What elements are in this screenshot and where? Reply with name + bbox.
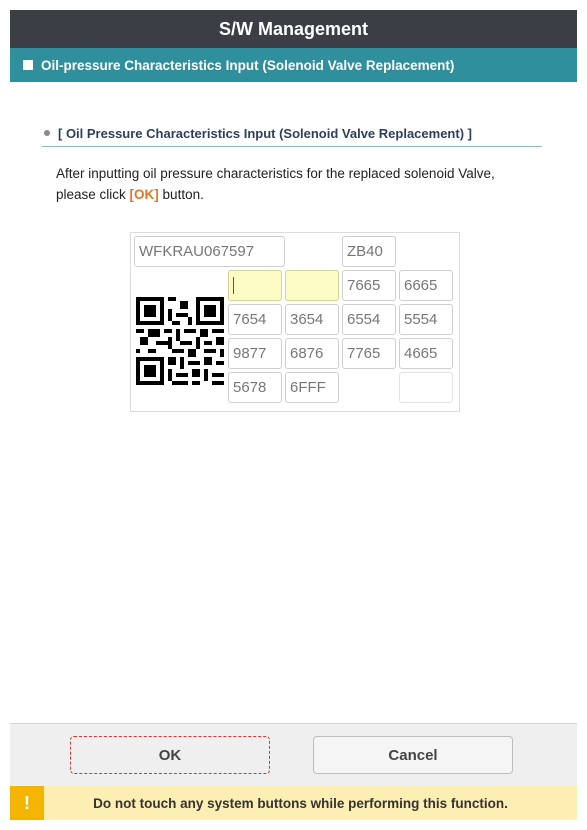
warning-icon: !	[10, 786, 44, 820]
oil-pressure-cell-r4c1[interactable]: 5678	[228, 372, 282, 403]
oil-pressure-cell-r2c4[interactable]: 5554	[399, 304, 453, 335]
oil-pressure-cell-r4c2[interactable]: 6FFF	[285, 372, 339, 403]
square-bullet-icon	[23, 60, 33, 70]
oil-pressure-cell-r3c1[interactable]: 9877	[228, 338, 282, 369]
oil-pressure-cell-r2c3[interactable]: 6554	[342, 304, 396, 335]
sw-management-window: S/W Management Oil-pressure Characterist…	[10, 10, 577, 822]
oil-pressure-grid: WFKRAU067597 ZB40 7665 6665 7654 3654 65…	[130, 232, 460, 412]
qr-code-icon	[136, 297, 224, 385]
oil-pressure-cell-r4c4[interactable]	[399, 372, 453, 403]
button-bar: OK Cancel	[10, 723, 577, 786]
warning-text: Do not touch any system buttons while pe…	[93, 795, 508, 811]
oil-pressure-cell-r2c2[interactable]: 3654	[285, 304, 339, 335]
dot-bullet-icon	[44, 130, 50, 136]
instruction-text: After inputting oil pressure characteris…	[56, 163, 546, 205]
subtitle-bar: Oil-pressure Characteristics Input (Sole…	[10, 48, 577, 82]
serial-number-field: WFKRAU067597	[134, 236, 285, 267]
cancel-button[interactable]: Cancel	[313, 736, 513, 774]
oil-pressure-cell-r3c3[interactable]: 7765	[342, 338, 396, 369]
window-title-text: S/W Management	[218, 18, 369, 39]
instruction-line-1: After inputting oil pressure characteris…	[56, 166, 495, 181]
ok-button[interactable]: OK	[70, 736, 270, 774]
oil-pressure-cell-r3c4[interactable]: 4665	[399, 338, 453, 369]
section-heading-text: [ Oil Pressure Characteristics Input (So…	[58, 125, 472, 141]
subtitle-text: Oil-pressure Characteristics Input (Sole…	[41, 57, 455, 73]
oil-pressure-cell-r2c1[interactable]: 7654	[228, 304, 282, 335]
window-title: S/W Management	[10, 10, 577, 48]
oil-pressure-cell-r1c4[interactable]: 6665	[399, 270, 453, 301]
oil-pressure-input-r1c2[interactable]	[285, 270, 339, 301]
oil-pressure-input-r1c1[interactable]	[228, 270, 282, 301]
oil-pressure-cell-r1c3[interactable]: 7665	[342, 270, 396, 301]
oil-pressure-cell-r3c2[interactable]: 6876	[285, 338, 339, 369]
instruction-pre: please click	[56, 187, 130, 202]
instruction-post: button.	[158, 187, 204, 202]
warning-bar: ! Do not touch any system buttons while …	[10, 786, 577, 820]
instruction-line-2: please click [OK] button.	[56, 184, 546, 205]
section-heading: [ Oil Pressure Characteristics Input (So…	[42, 120, 542, 147]
code-field: ZB40	[342, 236, 396, 267]
instruction-ok-reference: [OK]	[129, 187, 159, 202]
text-cursor	[233, 277, 234, 294]
